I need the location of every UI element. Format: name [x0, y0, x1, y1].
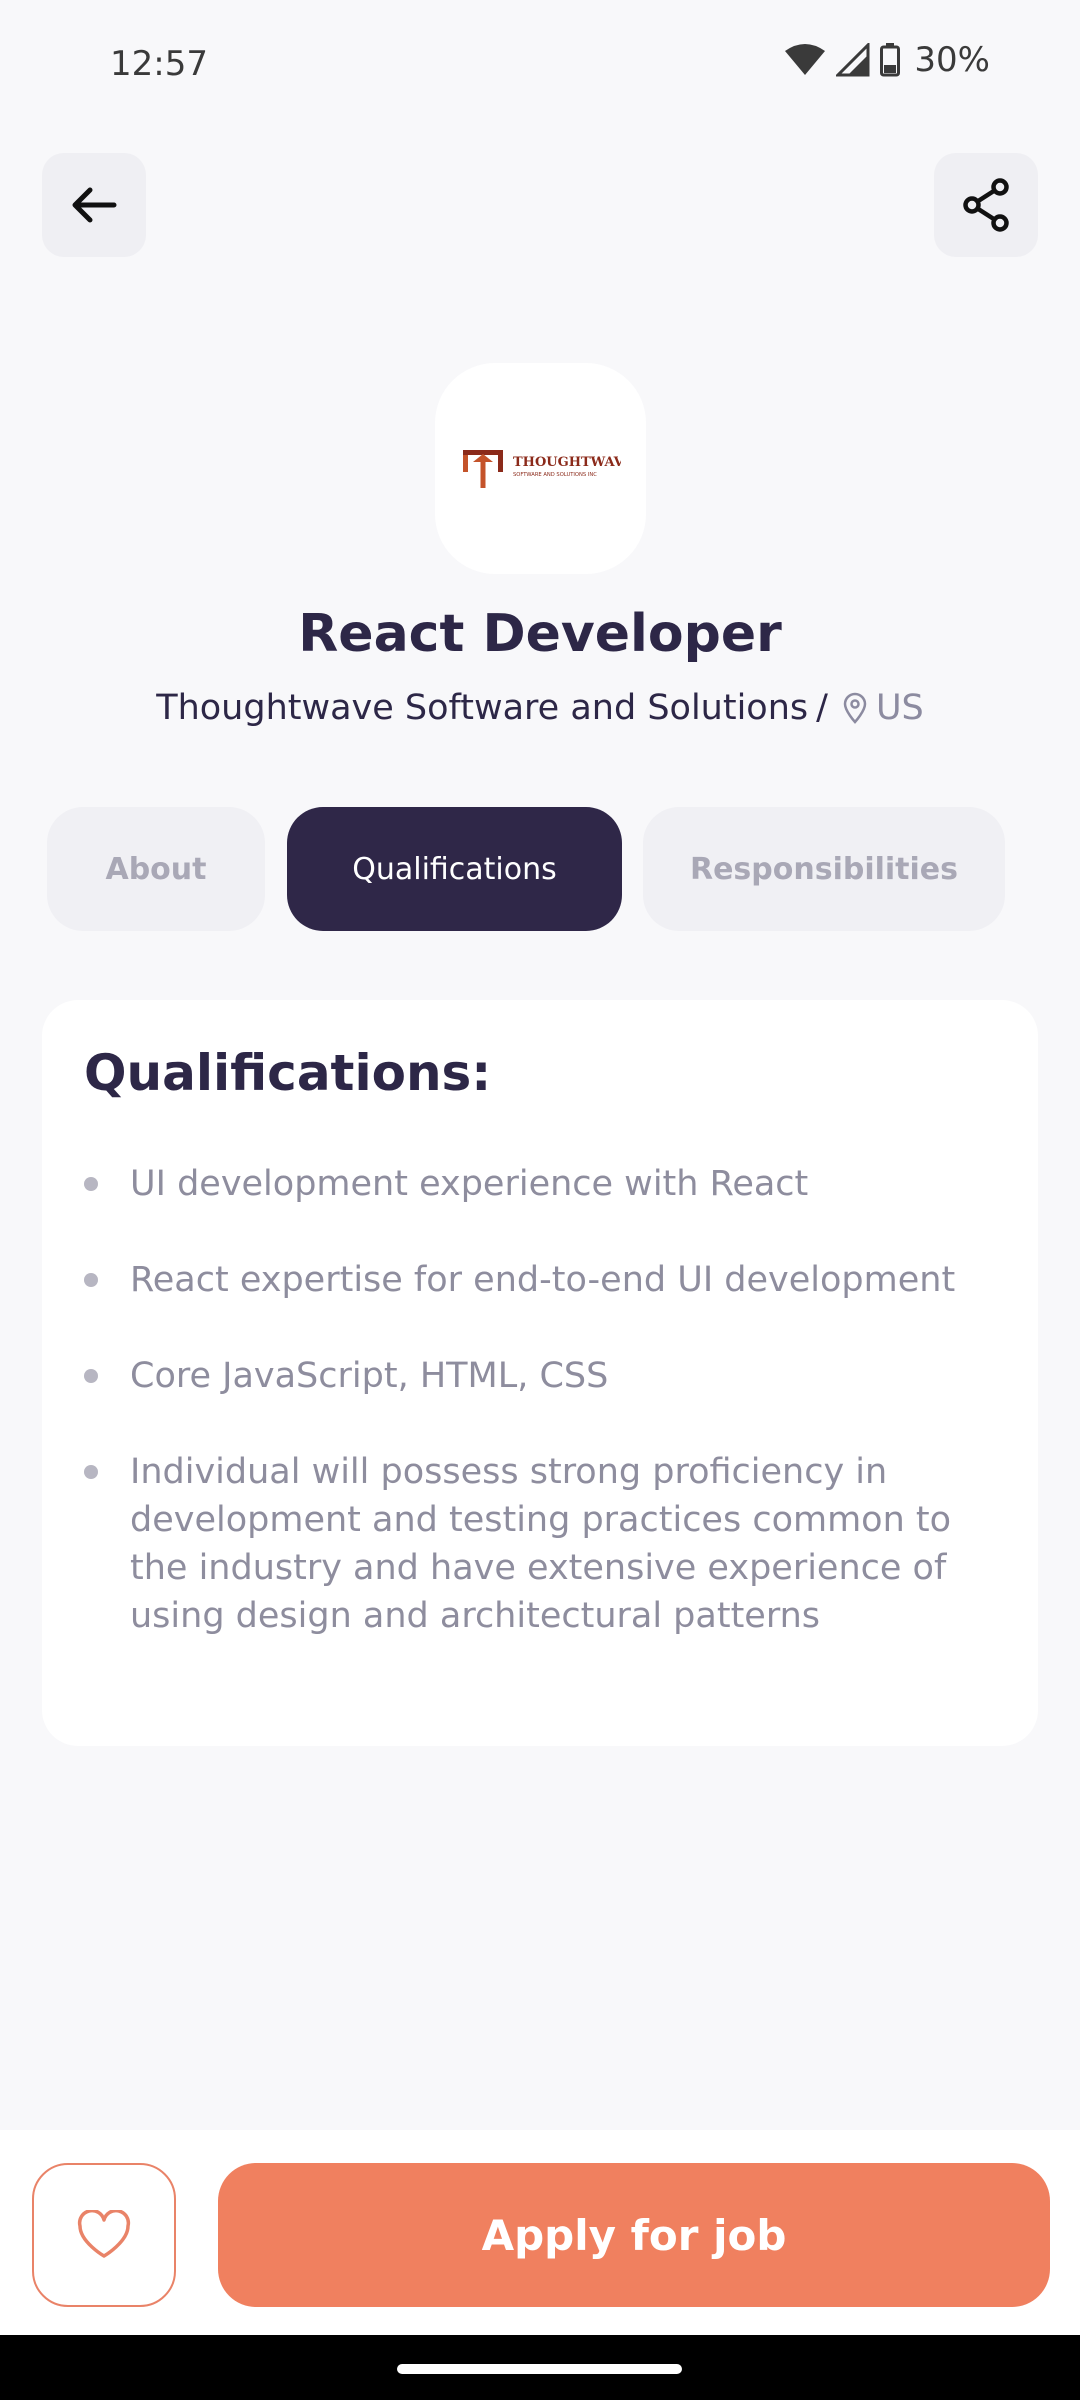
- bottom-action-bar: Apply for job: [0, 2130, 1080, 2335]
- tab-about[interactable]: About: [47, 807, 265, 931]
- bullet-icon: [84, 1465, 98, 1479]
- meta-separator: /: [816, 688, 828, 728]
- back-button[interactable]: [42, 153, 146, 257]
- favorite-button[interactable]: [32, 2163, 176, 2307]
- bullet-icon: [84, 1273, 98, 1287]
- company-name: Thoughtwave Software and Solutions: [156, 688, 809, 728]
- list-item-text: Individual will possess strong proficien…: [130, 1452, 952, 1636]
- heart-icon: [77, 2210, 131, 2258]
- company-logo: THOUGHTWAVE SOFTWARE AND SOLUTIONS INC: [435, 363, 646, 574]
- apply-button[interactable]: Apply for job: [218, 2163, 1050, 2307]
- bullet-icon: [84, 1369, 98, 1383]
- qualifications-card: Qualifications: UI development experienc…: [42, 1000, 1038, 1746]
- battery-icon: [880, 43, 901, 77]
- home-indicator[interactable]: [397, 2364, 682, 2374]
- battery-percentage: 30%: [914, 40, 990, 80]
- job-location: US: [875, 688, 924, 728]
- list-item-text: UI development experience with React: [130, 1164, 809, 1204]
- list-item-text: React expertise for end-to-end UI develo…: [130, 1260, 956, 1300]
- svg-text:THOUGHTWAVE: THOUGHTWAVE: [513, 455, 621, 470]
- signal-icon: [836, 43, 870, 77]
- arrow-left-icon: [72, 187, 117, 223]
- qualifications-heading: Qualifications:: [84, 1044, 492, 1102]
- tab-qualifications[interactable]: Qualifications: [287, 807, 622, 931]
- status-time: 12:57: [110, 44, 208, 84]
- location-pin-icon: [843, 692, 867, 724]
- job-meta: Thoughtwave Software and Solutions / US: [0, 688, 1080, 728]
- list-item: UI development experience with React: [84, 1160, 1000, 1208]
- list-item: Core JavaScript, HTML, CSS: [84, 1352, 1000, 1400]
- status-icons: 30%: [784, 40, 990, 80]
- wifi-icon: [785, 44, 826, 75]
- job-title: React Developer: [298, 604, 782, 664]
- share-button[interactable]: [934, 153, 1038, 257]
- thoughtwave-logo: THOUGHTWAVE SOFTWARE AND SOLUTIONS INC: [462, 449, 621, 488]
- status-bar: 12:57 30%: [0, 0, 1080, 130]
- tab-responsibilities[interactable]: Responsibilities: [643, 807, 1005, 931]
- list-item: Individual will possess strong proficien…: [84, 1448, 1000, 1640]
- list-item: React expertise for end-to-end UI develo…: [84, 1256, 1000, 1304]
- svg-text:SOFTWARE AND SOLUTIONS INC: SOFTWARE AND SOLUTIONS INC: [513, 472, 597, 478]
- list-item-text: Core JavaScript, HTML, CSS: [130, 1356, 609, 1396]
- share-icon: [963, 178, 1009, 232]
- qualifications-list: UI development experience with React Rea…: [84, 1160, 1000, 1640]
- bullet-icon: [84, 1177, 98, 1191]
